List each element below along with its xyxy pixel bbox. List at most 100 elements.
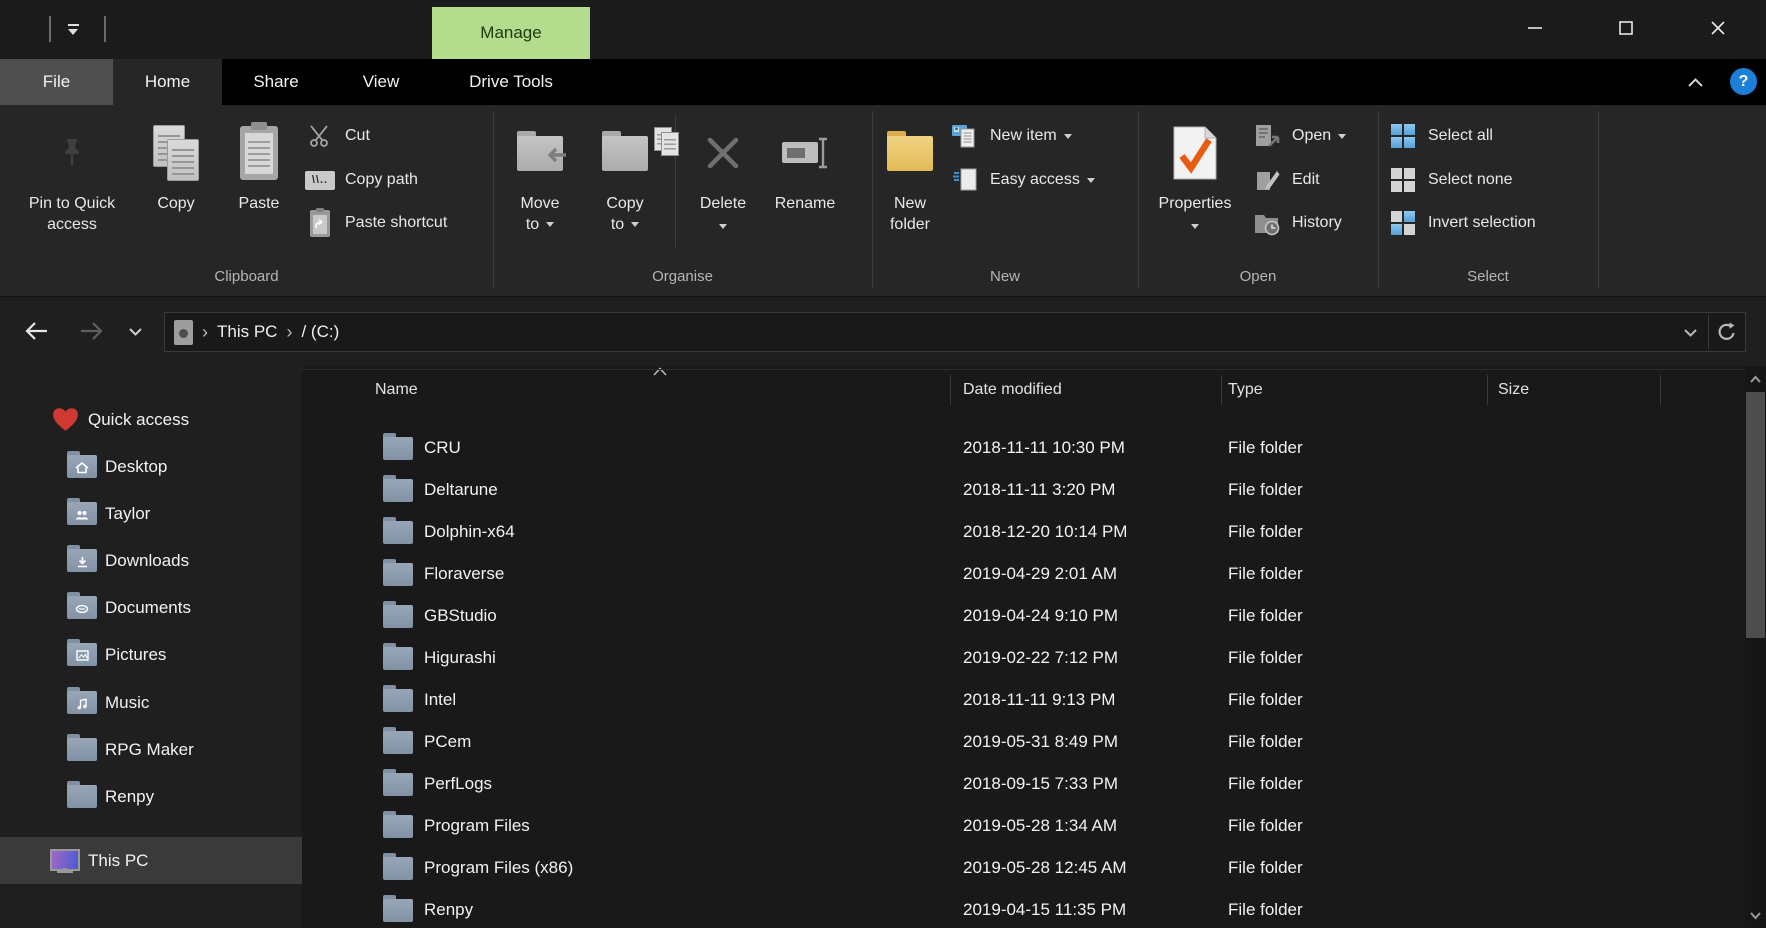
tab-file[interactable]: File	[0, 59, 113, 105]
column-header-type[interactable]: Type	[1228, 370, 1263, 409]
qat-separator	[49, 16, 51, 42]
back-button[interactable]	[20, 314, 54, 348]
invert-selection-button[interactable]: Invert selection	[1386, 203, 1536, 243]
date-modified-cell: 2018-12-20 10:14 PM	[963, 522, 1128, 541]
new-folder-button[interactable]: New folder	[870, 113, 950, 263]
table-row[interactable]: PCem 2019-05-31 8:49 PM File folder	[302, 721, 1745, 763]
folder-icon	[383, 727, 413, 754]
table-row[interactable]: Deltarune 2018-11-11 3:20 PM File folder	[302, 469, 1745, 511]
move-to-button[interactable]: Move to	[503, 113, 577, 263]
pictures-folder-icon	[67, 639, 97, 666]
table-row[interactable]: Floraverse 2019-04-29 2:01 AM File folde…	[302, 553, 1745, 595]
collapse-ribbon-button[interactable]	[1683, 73, 1707, 91]
folder-icon	[383, 517, 413, 544]
address-dropdown-button[interactable]	[1672, 313, 1708, 351]
type-cell: File folder	[1228, 900, 1303, 919]
pin-icon	[60, 113, 84, 193]
group-label-new: New	[989, 268, 1020, 285]
date-modified-cell: 2018-11-11 9:13 PM	[963, 690, 1116, 709]
sidebar-item-quick-access[interactable]: Quick access	[0, 396, 352, 443]
select-all-button[interactable]: Select all	[1386, 116, 1493, 156]
column-header-date-modified[interactable]: Date modified	[963, 370, 1062, 409]
file-name-cell: Deltarune	[424, 480, 498, 499]
type-cell: File folder	[1228, 774, 1303, 793]
tab-home[interactable]: Home	[113, 59, 222, 105]
forward-arrow-icon	[81, 322, 103, 340]
drive-icon	[174, 319, 193, 345]
breadcrumb-drive-c[interactable]: / (C:)	[301, 322, 339, 342]
select-none-button[interactable]: Select none	[1386, 160, 1513, 200]
cut-button[interactable]: Cut	[303, 116, 370, 156]
minimize-button[interactable]	[1512, 6, 1558, 50]
file-name-cell: Higurashi	[424, 648, 496, 667]
file-name-cell: PerfLogs	[424, 774, 493, 793]
recent-locations-button[interactable]	[118, 314, 152, 348]
table-row[interactable]: Program Files (x86) 2019-05-28 12:45 AM …	[302, 847, 1745, 889]
contextual-tab-manage[interactable]: Manage	[432, 7, 590, 59]
table-row[interactable]: Dolphin-x64 2018-12-20 10:14 PM File fol…	[302, 511, 1745, 553]
table-row[interactable]: CRU 2018-11-11 10:30 PM File folder	[302, 427, 1745, 469]
table-row[interactable]: Higurashi 2019-02-22 7:12 PM File folder	[302, 637, 1745, 679]
breadcrumb-this-pc[interactable]: This PC	[217, 322, 277, 342]
forward-button[interactable]	[74, 314, 108, 348]
column-resize-handle[interactable]	[1221, 375, 1222, 405]
tab-view[interactable]: View	[330, 59, 432, 105]
date-modified-cell: 2018-11-11 10:30 PM	[963, 438, 1125, 457]
folder-icon	[383, 853, 413, 880]
copy-path-button[interactable]: Copy path	[303, 160, 418, 200]
delete-button[interactable]: Delete	[690, 113, 756, 263]
column-resize-handle[interactable]	[950, 375, 951, 405]
table-row[interactable]: Intel 2018-11-11 9:13 PM File folder	[302, 679, 1745, 721]
sidebar-item-this-pc[interactable]: This PC	[0, 837, 352, 884]
type-cell: File folder	[1228, 438, 1303, 457]
folder-icon	[383, 811, 413, 838]
date-modified-cell: 2019-04-15 11:35 PM	[963, 900, 1127, 919]
dropdown-caret	[546, 222, 555, 228]
file-name-cell: Program Files	[424, 816, 530, 835]
column-header-name[interactable]: Name	[375, 370, 418, 409]
tab-share[interactable]: Share	[222, 59, 330, 105]
maximize-button[interactable]	[1603, 6, 1649, 50]
group-label-organise: Organise	[652, 268, 713, 285]
new-item-button[interactable]: New item	[948, 116, 1072, 156]
qat-dropdown-icon[interactable]	[67, 24, 81, 36]
column-header-size[interactable]: Size	[1498, 370, 1529, 409]
paste-shortcut-button[interactable]: Paste shortcut	[303, 203, 447, 243]
tab-drive-tools[interactable]: Drive Tools	[432, 59, 590, 105]
edit-button[interactable]: Edit	[1250, 160, 1320, 200]
breadcrumb-chevron-icon: ›	[202, 322, 208, 342]
copy-button[interactable]: Copy	[141, 113, 211, 263]
user-folder-icon	[67, 498, 97, 525]
chevron-down-icon	[128, 327, 142, 336]
open-button[interactable]: Open	[1250, 116, 1347, 156]
help-button[interactable]: ?	[1730, 68, 1757, 95]
table-row[interactable]: Renpy 2019-04-15 11:35 PM File folder	[302, 889, 1745, 928]
scroll-down-icon[interactable]	[1745, 904, 1766, 926]
copy-path-icon	[305, 170, 335, 190]
scissors-icon	[303, 124, 337, 148]
rename-button[interactable]: Rename	[765, 113, 845, 263]
folder-icon	[383, 769, 413, 796]
address-bar[interactable]: › This PC › / (C:)	[164, 312, 1746, 352]
table-row[interactable]: Program Files 2019-05-28 1:34 AM File fo…	[302, 805, 1745, 847]
chevron-down-icon	[1683, 328, 1697, 337]
properties-button[interactable]: Properties	[1150, 113, 1240, 263]
copy-to-button[interactable]: Copy to	[588, 113, 679, 263]
type-cell: File folder	[1228, 732, 1303, 751]
pin-to-quick-access-button[interactable]: Pin to Quick access	[10, 113, 134, 263]
paste-button[interactable]: Paste	[224, 113, 294, 263]
date-modified-cell: 2019-05-31 8:49 PM	[963, 732, 1118, 751]
table-row[interactable]: GBStudio 2019-04-24 9:10 PM File folder	[302, 595, 1745, 637]
scroll-up-icon[interactable]	[1745, 368, 1766, 390]
vertical-scrollbar[interactable]	[1745, 366, 1766, 928]
column-resize-handle[interactable]	[1660, 375, 1661, 405]
close-button[interactable]	[1695, 6, 1741, 50]
scrollbar-thumb[interactable]	[1746, 392, 1765, 638]
paste-icon	[240, 113, 278, 193]
easy-access-button[interactable]: Easy access	[948, 160, 1095, 200]
table-row[interactable]: PerfLogs 2018-09-15 7:33 PM File folder	[302, 763, 1745, 805]
column-resize-handle[interactable]	[1487, 375, 1488, 405]
file-name-cell: Intel	[424, 690, 457, 709]
refresh-button[interactable]	[1709, 313, 1745, 351]
history-button[interactable]: History	[1250, 203, 1342, 243]
